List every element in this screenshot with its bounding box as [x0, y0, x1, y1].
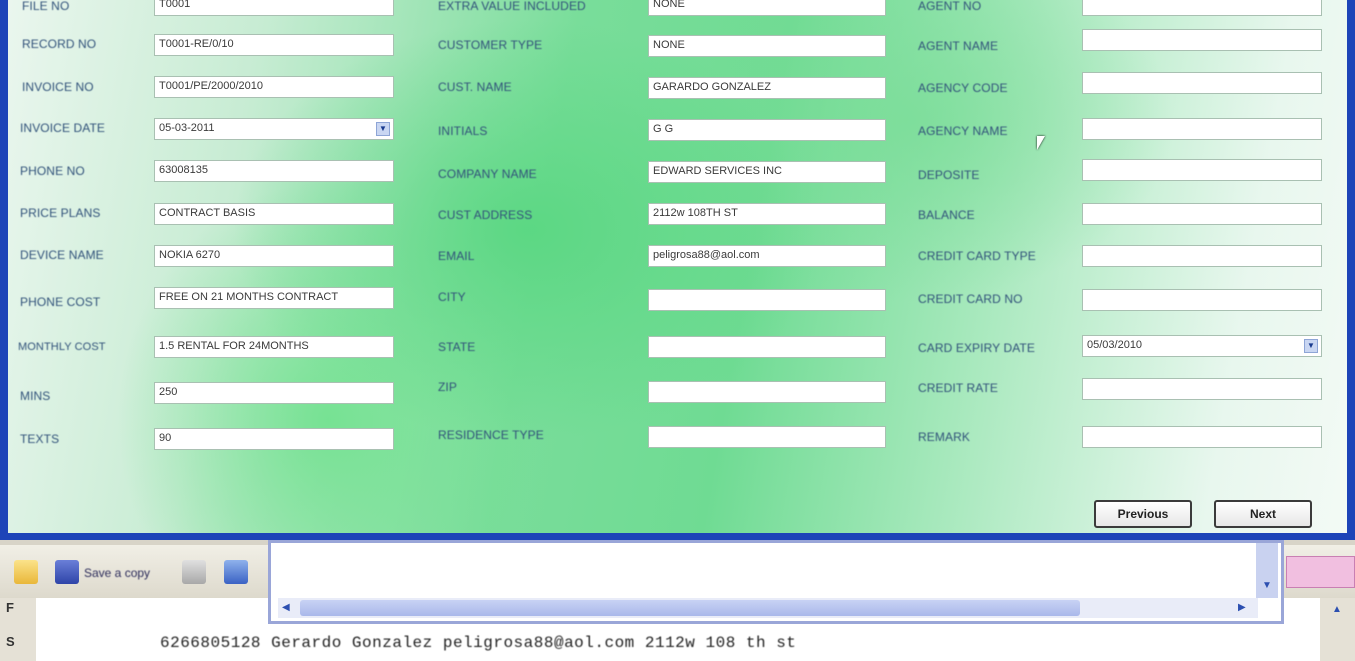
label-phone-no: PHONE NO [20, 164, 85, 178]
label-remark: REMARK [918, 430, 970, 444]
gutter-label-bottom: S [6, 634, 15, 649]
remark-field[interactable] [1082, 426, 1322, 448]
label-file-no: FILE NO [22, 0, 70, 13]
label-agent-no: AGENT NO [918, 0, 982, 13]
zip-field[interactable] [648, 381, 886, 403]
vertical-scrollbar[interactable]: ▲ [1320, 598, 1355, 661]
save-copy-icon[interactable] [55, 560, 79, 584]
email-field[interactable]: peligrosa88@aol.com [648, 245, 886, 267]
credit-rate-field[interactable] [1082, 378, 1322, 400]
label-cust-name: CUST. NAME [438, 80, 512, 94]
label-record-no: RECORD NO [22, 37, 97, 51]
label-price-plans: PRICE PLANS [20, 206, 101, 220]
next-button[interactable]: Next [1214, 500, 1312, 528]
agency-name-field[interactable] [1082, 118, 1322, 140]
price-plans-field[interactable]: CONTRACT BASIS [154, 203, 394, 225]
state-field[interactable] [648, 336, 886, 358]
label-credit-card-no: CREDIT CARD NO [918, 292, 1023, 306]
agent-no-field[interactable] [1082, 0, 1322, 16]
cust-name-field[interactable]: GARARDO GONZALEZ [648, 77, 886, 99]
extra-value-field[interactable]: NONE [648, 0, 886, 16]
scroll-up-icon[interactable]: ▲ [1332, 604, 1342, 615]
company-name-field[interactable]: EDWARD SERVICES INC [648, 161, 886, 183]
phone-cost-field[interactable]: FREE ON 21 MONTHS CONTRACT [154, 287, 394, 309]
balance-field[interactable] [1082, 203, 1322, 225]
agent-name-field[interactable] [1082, 29, 1322, 51]
folder-open-icon[interactable] [14, 560, 38, 584]
hand-tool-icon[interactable] [224, 560, 248, 584]
cust-address-field[interactable]: 2112w 108TH ST [648, 203, 886, 225]
label-state: STATE [438, 340, 476, 354]
previous-button[interactable]: Previous [1094, 500, 1192, 528]
label-invoice-no: INVOICE NO [22, 80, 94, 94]
label-deposite: DEPOSITE [918, 168, 980, 182]
scrollbar-thumb[interactable] [300, 600, 1080, 616]
invoice-no-field[interactable]: T0001/PE/2000/2010 [154, 76, 394, 98]
label-device-name: DEVICE NAME [20, 248, 104, 262]
save-copy-button[interactable]: Save a copy [84, 560, 150, 586]
gutter-label-top: F [6, 600, 14, 615]
taskbar-tab[interactable] [1286, 556, 1355, 588]
label-phone-cost: PHONE COST [20, 295, 101, 309]
customer-type-field[interactable]: NONE [648, 35, 886, 57]
chevron-down-icon[interactable]: ▼ [1304, 339, 1318, 353]
residence-type-field[interactable] [648, 426, 886, 448]
phone-no-field[interactable]: 63008135 [154, 160, 394, 182]
document-text-line: 6266805128 Gerardo Gonzalez peligrosa88@… [160, 634, 797, 652]
mouse-cursor-icon [1037, 136, 1045, 150]
card-expiry-date-value: 05/03/2010 [1087, 339, 1143, 351]
label-extra-value: EXTRA VALUE INCLUDED [438, 0, 586, 13]
chevron-down-icon[interactable]: ▼ [376, 122, 390, 136]
file-no-field[interactable]: T0001 [154, 0, 394, 16]
initials-field[interactable]: G G [648, 119, 886, 141]
label-residence-type: RESIDENCE TYPE [438, 428, 544, 442]
invoice-date-value: 05-03-2011 [159, 122, 215, 134]
label-city: CITY [438, 290, 466, 304]
credit-card-no-field[interactable] [1082, 289, 1322, 311]
label-customer-type: CUSTOMER TYPE [438, 38, 543, 52]
credit-card-type-field[interactable] [1082, 245, 1322, 267]
device-name-field[interactable]: NOKIA 6270 [154, 245, 394, 267]
mins-field[interactable]: 250 [154, 382, 394, 404]
scroll-down-icon[interactable]: ▼ [1262, 580, 1272, 591]
form-panel: FILE NO T0001 RECORD NO T0001-RE/0/10 IN… [8, 0, 1347, 533]
label-balance: BALANCE [918, 208, 975, 222]
card-expiry-date-picker[interactable]: 05/03/2010 ▼ [1082, 335, 1322, 357]
deposite-field[interactable] [1082, 159, 1322, 181]
scroll-left-icon[interactable]: ◀ [282, 602, 290, 613]
label-monthly-cost: MONTHLY COST [18, 341, 106, 353]
texts-field[interactable]: 90 [154, 428, 394, 450]
label-zip: ZIP [438, 380, 457, 394]
print-icon[interactable] [182, 560, 206, 584]
invoice-date-picker[interactable]: 05-03-2011 ▼ [154, 118, 394, 140]
label-card-expiry-date: CARD EXPIRY DATE [918, 341, 1035, 355]
label-credit-card-type: CREDIT CARD TYPE [918, 249, 1036, 263]
label-credit-rate: CREDIT RATE [918, 381, 998, 395]
record-dialog: FILE NO T0001 RECORD NO T0001-RE/0/10 IN… [0, 0, 1355, 540]
label-agent-name: AGENT NAME [918, 39, 999, 53]
label-email: EMAIL [438, 249, 475, 263]
label-texts: TEXTS [20, 432, 60, 446]
label-company-name: COMPANY NAME [438, 167, 537, 181]
monthly-cost-field[interactable]: 1.5 RENTAL FOR 24MONTHS [154, 336, 394, 358]
left-panel: F S [0, 598, 36, 661]
label-agency-name: AGENCY NAME [918, 124, 1008, 138]
label-agency-code: AGENCY CODE [918, 81, 1008, 95]
label-initials: INITIALS [438, 124, 488, 138]
label-cust-address: CUST ADDRESS [438, 208, 533, 222]
city-field[interactable] [648, 289, 886, 311]
record-no-field[interactable]: T0001-RE/0/10 [154, 34, 394, 56]
label-mins: MINS [20, 389, 51, 403]
scroll-right-icon[interactable]: ▶ [1238, 602, 1246, 613]
label-invoice-date: INVOICE DATE [20, 121, 105, 135]
agency-code-field[interactable] [1082, 72, 1322, 94]
